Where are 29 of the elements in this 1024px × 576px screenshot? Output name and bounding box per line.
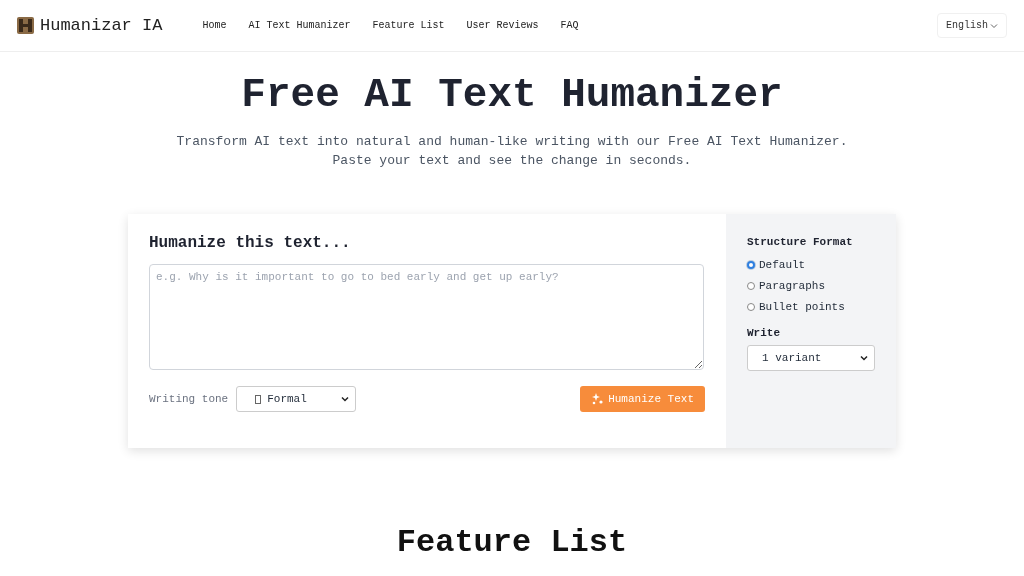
nav-link[interactable]: User Reviews: [466, 20, 539, 31]
text-input-field[interactable]: e.g. Why is it important to go to bed early and get up early?: [149, 264, 704, 370]
nav-link[interactable]: AI Text Humanizer: [248, 20, 351, 31]
structure-label: Structure Format: [747, 236, 854, 248]
chevron-down-icon: [341, 396, 350, 402]
radio-label: Bullet points: [759, 300, 845, 313]
nav-link[interactable]: FAQ: [560, 20, 579, 31]
chevron-down-icon: [860, 355, 868, 361]
variant-select[interactable]: 1 variant: [747, 345, 875, 371]
page-subtitle: Transform AI text into natural and human-like writing with our Free AI Text Humanizer. Paste your text and see the change in seconds.: [175, 133, 849, 170]
tone-select[interactable]: Formal: [236, 386, 357, 412]
missing-glyph-icon: [255, 394, 262, 404]
radio-button[interactable]: [747, 281, 755, 290]
radio-label: Default: [759, 258, 806, 271]
radio-button[interactable]: [747, 302, 755, 311]
radio-label: Paragraphs: [759, 279, 825, 292]
nav-link[interactable]: Feature List: [372, 20, 445, 31]
radio-button[interactable]: [747, 260, 755, 269]
page-title: Free AI Text Humanizer: [241, 72, 783, 118]
nav-link[interactable]: Home: [202, 20, 227, 31]
card-heading: Humanize this text...: [149, 234, 352, 252]
chevron-down-icon: [990, 22, 998, 29]
sparkle-icon: [591, 393, 604, 405]
tone-label: Writing tone: [149, 393, 229, 405]
brand-name[interactable]: Humanizar IA: [40, 16, 163, 35]
language-selector[interactable]: English: [937, 13, 1007, 38]
section-title: Feature List: [395, 524, 629, 561]
logo-icon: [17, 17, 34, 34]
write-label: Write: [747, 327, 781, 339]
